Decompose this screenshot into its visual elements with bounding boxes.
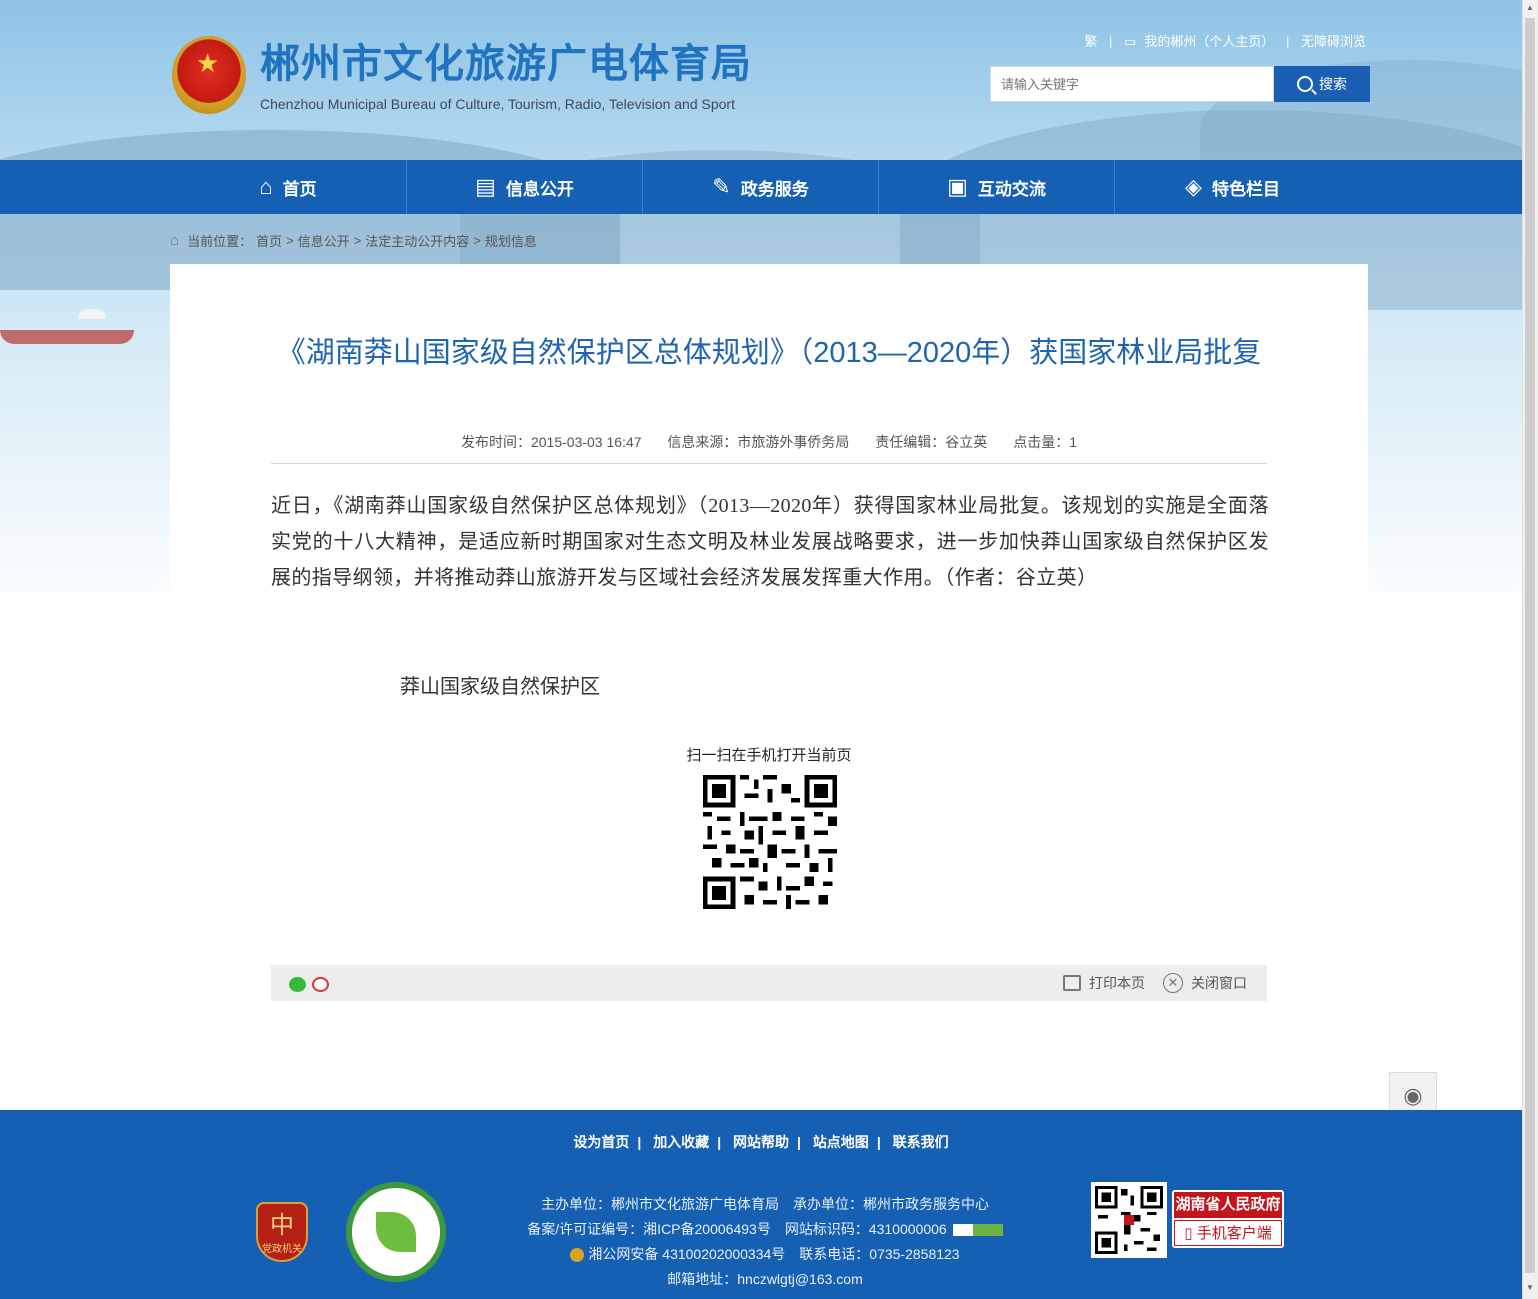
site-title: 郴州市文化旅游广电体育局	[260, 42, 752, 86]
footer-link-help[interactable]: 网站帮助	[733, 1134, 789, 1150]
footer-link-sitemap[interactable]: 站点地图	[813, 1134, 869, 1150]
my-chenzhou-link[interactable]: 我的郴州（个人主页）	[1144, 34, 1274, 49]
app-badge-subtitle-text: 手机客户端	[1196, 1225, 1272, 1242]
accessible-browse-link[interactable]: 无障碍浏览	[1301, 34, 1366, 49]
app-badge-subtitle: ▯ 手机客户端	[1174, 1220, 1282, 1246]
breadcrumb-prefix: 当前位置：	[187, 234, 253, 249]
site-header: ★ 郴州市文化旅游广电体育局 Chenzhou Municipal Bureau…	[170, 30, 1370, 140]
weibo-icon: ◉	[1403, 1083, 1423, 1108]
article-meta: 发布时间：2015-03-03 16:47 信息来源：市旅游外事侨务局 责任编辑…	[270, 432, 1268, 452]
main-nav: ⌂ 首页 ▤ 信息公开 ✎ 政务服务 ▣ 互动交流 ◈ 特色栏目	[0, 160, 1522, 214]
search-icon	[1297, 76, 1313, 92]
leaf-icon	[376, 1212, 416, 1252]
footer-links: 设为首页 | 加入收藏 | 网站帮助 | 站点地图 | 联系我们	[573, 1134, 949, 1150]
hit-count: 点击量：1	[1013, 434, 1077, 450]
party-government-badge[interactable]: 中 党政机关	[256, 1202, 308, 1262]
wechat-share-icon[interactable]	[289, 977, 306, 992]
search-input[interactable]	[990, 66, 1274, 102]
police-badge-icon	[570, 1248, 585, 1263]
publish-time: 发布时间：2015-03-03 16:47	[460, 434, 642, 450]
footer-link-contact[interactable]: 联系我们	[893, 1134, 949, 1150]
party-badge-label: 党政机关	[262, 1244, 302, 1255]
phone-icon: ▯	[1184, 1225, 1193, 1242]
breadcrumb-separator: >	[473, 233, 481, 248]
article-title: 《湖南莽山国家级自然保护区总体规划》（2013—2020年）获国家林业局批复	[276, 337, 1262, 369]
footer-icp: 备案/许可证编号：湘ICP备20006493号 网站标识码：4310000006	[470, 1217, 1060, 1242]
edit-icon: ✎	[712, 174, 731, 199]
boat-umbrella	[78, 309, 106, 319]
nav-item-label: 特色栏目	[1211, 179, 1280, 199]
footer-link-set-home[interactable]: 设为首页	[573, 1134, 629, 1150]
nav-item-info-public[interactable]: ▤ 信息公开	[406, 160, 642, 214]
footer-link-bookmark[interactable]: 加入收藏	[653, 1134, 709, 1150]
top-links: 繁 | ▭ 我的郴州（个人主页） | 无障碍浏览	[1084, 34, 1366, 49]
nav-item-home[interactable]: ⌂ 首页	[170, 160, 406, 214]
nav-item-label: 信息公开	[505, 179, 574, 199]
nav-item-label: 政务服务	[740, 179, 809, 199]
breadcrumb-home-icon: ⌂	[170, 232, 180, 249]
nav-item-featured[interactable]: ◈ 特色栏目	[1114, 160, 1350, 214]
badge-emblem-icon: 中	[270, 1212, 294, 1239]
footer-icp-text: 备案/许可证编号：湘ICP备20006493号 网站标识码：4310000006	[527, 1221, 947, 1237]
qr-label: 扫一扫在手机打开当前页	[686, 747, 852, 764]
nav-item-label: 首页	[282, 179, 317, 199]
boat	[0, 330, 134, 344]
article-body: 近日，《湖南莽山国家级自然保护区总体规划》（2013—2020年）获得国家林业局…	[271, 495, 1269, 589]
close-icon: ✕	[1163, 973, 1183, 993]
print-button[interactable]: 打印本页	[1063, 973, 1145, 993]
search-button-label: 搜索	[1319, 76, 1347, 92]
site-footer: 设为首页 | 加入收藏 | 网站帮助 | 站点地图 | 联系我们 中 党政机关 主办单位…	[0, 1110, 1522, 1299]
hunan-gov-app-badge[interactable]: 湖南省人民政府 ▯ 手机客户端	[1172, 1190, 1284, 1248]
share-toolbar: 打印本页 ✕ 关闭窗口	[271, 965, 1267, 1001]
breadcrumb-separator: >	[286, 233, 294, 248]
nav-item-interaction[interactable]: ▣ 互动交流	[878, 160, 1114, 214]
image-caption: 莽山国家级自然保护区	[400, 676, 600, 698]
footer-email: 邮箱地址：hnczwlgtj@163.com	[667, 1271, 863, 1287]
breadcrumb: ⌂ 当前位置： 首页 > 信息公开 > 法定主动公开内容 > 规划信息	[170, 231, 537, 250]
national-emblem-icon: ★	[172, 36, 246, 114]
search-button[interactable]: 搜索	[1274, 66, 1370, 102]
app-badge-title: 湖南省人民政府	[1174, 1192, 1282, 1218]
meta-divider	[271, 463, 1267, 464]
breadcrumb-item-planning[interactable]: 规划信息	[485, 231, 537, 250]
nav-item-label: 互动交流	[977, 179, 1046, 199]
site-subtitle: Chenzhou Municipal Bureau of Culture, To…	[260, 96, 735, 112]
footer-qr-code-icon	[1091, 1182, 1167, 1258]
cnzz-icon[interactable]	[952, 1224, 1003, 1237]
footer-police: 湘公网安备 43100202000334号 联系电话：0735-2858123	[470, 1242, 1060, 1267]
breadcrumb-item-info-public[interactable]: 信息公开	[298, 231, 350, 250]
traditional-chinese-link[interactable]: 繁	[1084, 34, 1097, 49]
info-source: 信息来源：市旅游外事侨务局	[667, 434, 850, 450]
breadcrumb-item-home[interactable]: 首页	[256, 231, 282, 250]
footer-info: 主办单位：郴州市文化旅游广电体育局 承办单位：郴州市政务服务中心 备案/许可证编…	[470, 1192, 1060, 1292]
home-icon: ⌂	[259, 174, 273, 199]
scrollbar-thumb[interactable]	[1525, 18, 1535, 1273]
breadcrumb-item-statutory[interactable]: 法定主动公开内容	[365, 231, 469, 250]
breadcrumb-separator: >	[353, 233, 362, 248]
footer-sponsor: 主办单位：郴州市文化旅游广电体育局 承办单位：郴州市政务服务中心	[541, 1196, 989, 1212]
article-panel: 《湖南莽山国家级自然保护区总体规划》（2013—2020年）获国家林业局批复 发…	[170, 264, 1368, 1110]
qr-code-icon	[703, 775, 837, 909]
close-window-button[interactable]: ✕ 关闭窗口	[1163, 973, 1247, 993]
search-box: 搜索	[990, 66, 1370, 102]
printer-icon	[1063, 975, 1081, 991]
footer-police-text: 湘公网安备 43100202000334号 联系电话：0735-2858123	[588, 1246, 960, 1262]
close-label: 关闭窗口	[1191, 975, 1247, 991]
scroll-up-arrow-icon[interactable]: ▲	[1524, 3, 1536, 15]
responsible-editor: 责任编辑：谷立英	[875, 434, 988, 450]
chat-icon: ▣	[947, 174, 968, 199]
document-icon: ▤	[475, 174, 496, 199]
monitor-icon: ▭	[1124, 34, 1137, 49]
nav-item-gov-services[interactable]: ✎ 政务服务	[642, 160, 878, 214]
civilization-badge-icon[interactable]	[346, 1182, 446, 1282]
weibo-share-icon[interactable]	[312, 977, 329, 992]
print-label: 打印本页	[1089, 975, 1145, 991]
scroll-down-arrow-icon[interactable]: ▼	[1524, 1283, 1536, 1295]
layers-icon: ◈	[1185, 174, 1202, 199]
